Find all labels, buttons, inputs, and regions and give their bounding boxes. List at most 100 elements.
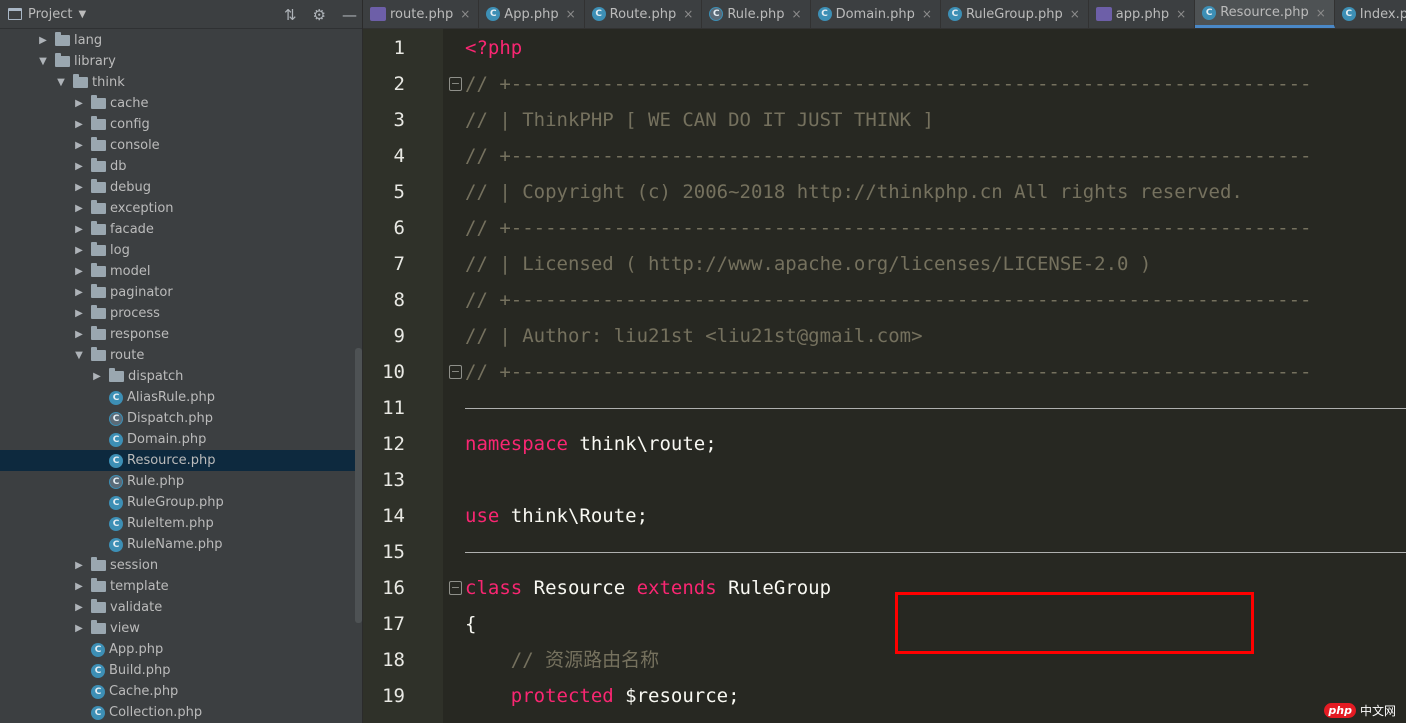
tab-label: RuleGroup.php [965, 6, 1063, 22]
editor-tab[interactable]: app.php × [1089, 0, 1196, 28]
code-keyword: protected [510, 685, 614, 707]
tree-folder[interactable]: ▶ template [0, 576, 362, 597]
fold-icon[interactable]: − [449, 581, 462, 595]
chevron-right-icon[interactable]: ▶ [37, 35, 49, 46]
tree-folder[interactable]: ▶ view [0, 618, 362, 639]
tree-folder[interactable]: ▶ cache [0, 93, 362, 114]
chevron-down-icon[interactable]: ▼ [73, 350, 85, 361]
line-number: 13 [382, 469, 405, 491]
tree-folder[interactable]: ▶ exception [0, 198, 362, 219]
minimize-icon[interactable]: — [342, 6, 357, 24]
project-icon [8, 8, 22, 20]
tree-file[interactable]: ▶CDispatch.php [0, 408, 362, 429]
tree-scrollbar[interactable] [355, 348, 362, 623]
chevron-right-icon[interactable]: ▶ [73, 581, 85, 592]
tree-file[interactable]: ▶CAliasRule.php [0, 387, 362, 408]
collapse-all-icon[interactable]: ⇅ [284, 6, 297, 24]
code-text: think\route; [567, 433, 717, 455]
tree-folder[interactable]: ▶ model [0, 261, 362, 282]
tree-folder[interactable]: ▶ debug [0, 177, 362, 198]
tree-folder[interactable]: ▶ db [0, 156, 362, 177]
editor-tab[interactable]: C Route.php × [585, 0, 703, 28]
close-icon[interactable]: × [460, 7, 470, 21]
tree-folder[interactable]: ▶ log [0, 240, 362, 261]
chevron-down-icon[interactable]: ▼ [55, 77, 67, 88]
tree-file[interactable]: ▶CDomain.php [0, 429, 362, 450]
chevron-right-icon[interactable]: ▶ [91, 371, 103, 382]
editor-tab[interactable]: C Domain.php × [811, 0, 941, 28]
chevron-right-icon[interactable]: ▶ [73, 224, 85, 235]
close-icon[interactable]: × [1176, 7, 1186, 21]
chevron-right-icon[interactable]: ▶ [73, 623, 85, 634]
tree-folder[interactable]: ▶ validate [0, 597, 362, 618]
tree-folder[interactable]: ▶ lang [0, 30, 362, 51]
folder-icon [91, 326, 106, 340]
tree-file[interactable]: ▶CBuild.php [0, 660, 362, 681]
code-editor[interactable]: 1 2 3 4 5 6 7 8 9 10 11 12 13 14 15 16 17 18 19 <?php// +-… [363, 29, 1406, 723]
tree-folder[interactable]: ▼ think [0, 72, 362, 93]
chevron-right-icon[interactable]: ▶ [73, 98, 85, 109]
fold-icon[interactable]: − [449, 77, 462, 91]
folder-icon [73, 74, 88, 88]
chevron-right-icon[interactable]: ▶ [73, 266, 85, 277]
tree-file[interactable]: ▶CRule.php [0, 471, 362, 492]
chevron-right-icon[interactable]: ▶ [73, 287, 85, 298]
chevron-right-icon[interactable]: ▶ [73, 203, 85, 214]
tree-file[interactable]: ▶CRuleName.php [0, 534, 362, 555]
chevron-down-icon[interactable]: ▼ [78, 9, 86, 20]
tree-file[interactable]: ▶CCollection.php [0, 702, 362, 723]
tree-folder[interactable]: ▼ route [0, 345, 362, 366]
editor-tab[interactable]: route.php × [363, 0, 480, 28]
tree-folder[interactable]: ▶ response [0, 324, 362, 345]
chevron-right-icon[interactable]: ▶ [73, 329, 85, 340]
editor-tab[interactable]: CIndex.php× [1335, 0, 1406, 28]
tree-folder[interactable]: ▶ dispatch [0, 366, 362, 387]
code-line: // | Licensed ( http://www.apache.org/li… [465, 246, 1151, 282]
chevron-down-icon[interactable]: ▼ [37, 56, 49, 67]
project-title[interactable]: Project [28, 7, 72, 22]
close-icon[interactable]: × [922, 7, 932, 21]
tree-folder[interactable]: ▶ paginator [0, 282, 362, 303]
editor-tab[interactable]: C Resource.php × [1195, 0, 1335, 28]
close-icon[interactable]: × [1316, 6, 1326, 20]
tree-file[interactable]: ▶CResource.php [0, 450, 362, 471]
close-icon[interactable]: × [683, 7, 693, 21]
chevron-right-icon[interactable]: ▶ [73, 560, 85, 571]
tree-file[interactable]: ▶CRuleGroup.php [0, 492, 362, 513]
tree-folder[interactable]: ▶ session [0, 555, 362, 576]
tree-folder[interactable]: ▶ process [0, 303, 362, 324]
fold-icon[interactable]: − [449, 365, 462, 379]
code-text: { [465, 613, 477, 635]
tree-file[interactable]: ▶CRuleItem.php [0, 513, 362, 534]
close-icon[interactable]: × [1070, 7, 1080, 21]
tree-folder[interactable]: ▼ library [0, 51, 362, 72]
editor-tab[interactable]: C Rule.php × [702, 0, 811, 28]
editor-tab[interactable]: C App.php × [479, 0, 585, 28]
tree-item-label: facade [110, 222, 154, 237]
chevron-right-icon[interactable]: ▶ [73, 140, 85, 151]
tree-folder[interactable]: ▶ config [0, 114, 362, 135]
tab-label: Resource.php [1220, 5, 1309, 20]
chevron-right-icon[interactable]: ▶ [73, 602, 85, 613]
abstract-class-icon: C [109, 411, 123, 426]
tree-folder[interactable]: ▶ console [0, 135, 362, 156]
chevron-right-icon[interactable]: ▶ [73, 161, 85, 172]
tab-label: app.php [1115, 6, 1170, 22]
chevron-right-icon[interactable]: ▶ [73, 245, 85, 256]
gear-icon[interactable]: ⚙ [313, 6, 326, 24]
tree-item-label: template [110, 579, 169, 594]
tree-file[interactable]: ▶CApp.php [0, 639, 362, 660]
code-comment: // +------------------------------------… [465, 145, 1312, 167]
chevron-right-icon[interactable]: ▶ [73, 119, 85, 130]
tree-file[interactable]: ▶CCache.php [0, 681, 362, 702]
editor-tab[interactable]: C RuleGroup.php × [941, 0, 1089, 28]
code-keyword: class [465, 577, 523, 599]
folder-icon [91, 179, 106, 193]
chevron-right-icon[interactable]: ▶ [73, 308, 85, 319]
chevron-right-icon[interactable]: ▶ [73, 182, 85, 193]
close-icon[interactable]: × [566, 7, 576, 21]
close-icon[interactable]: × [792, 7, 802, 21]
tree-folder[interactable]: ▶ facade [0, 219, 362, 240]
code-comment: // 资源路由名称 [465, 649, 660, 671]
